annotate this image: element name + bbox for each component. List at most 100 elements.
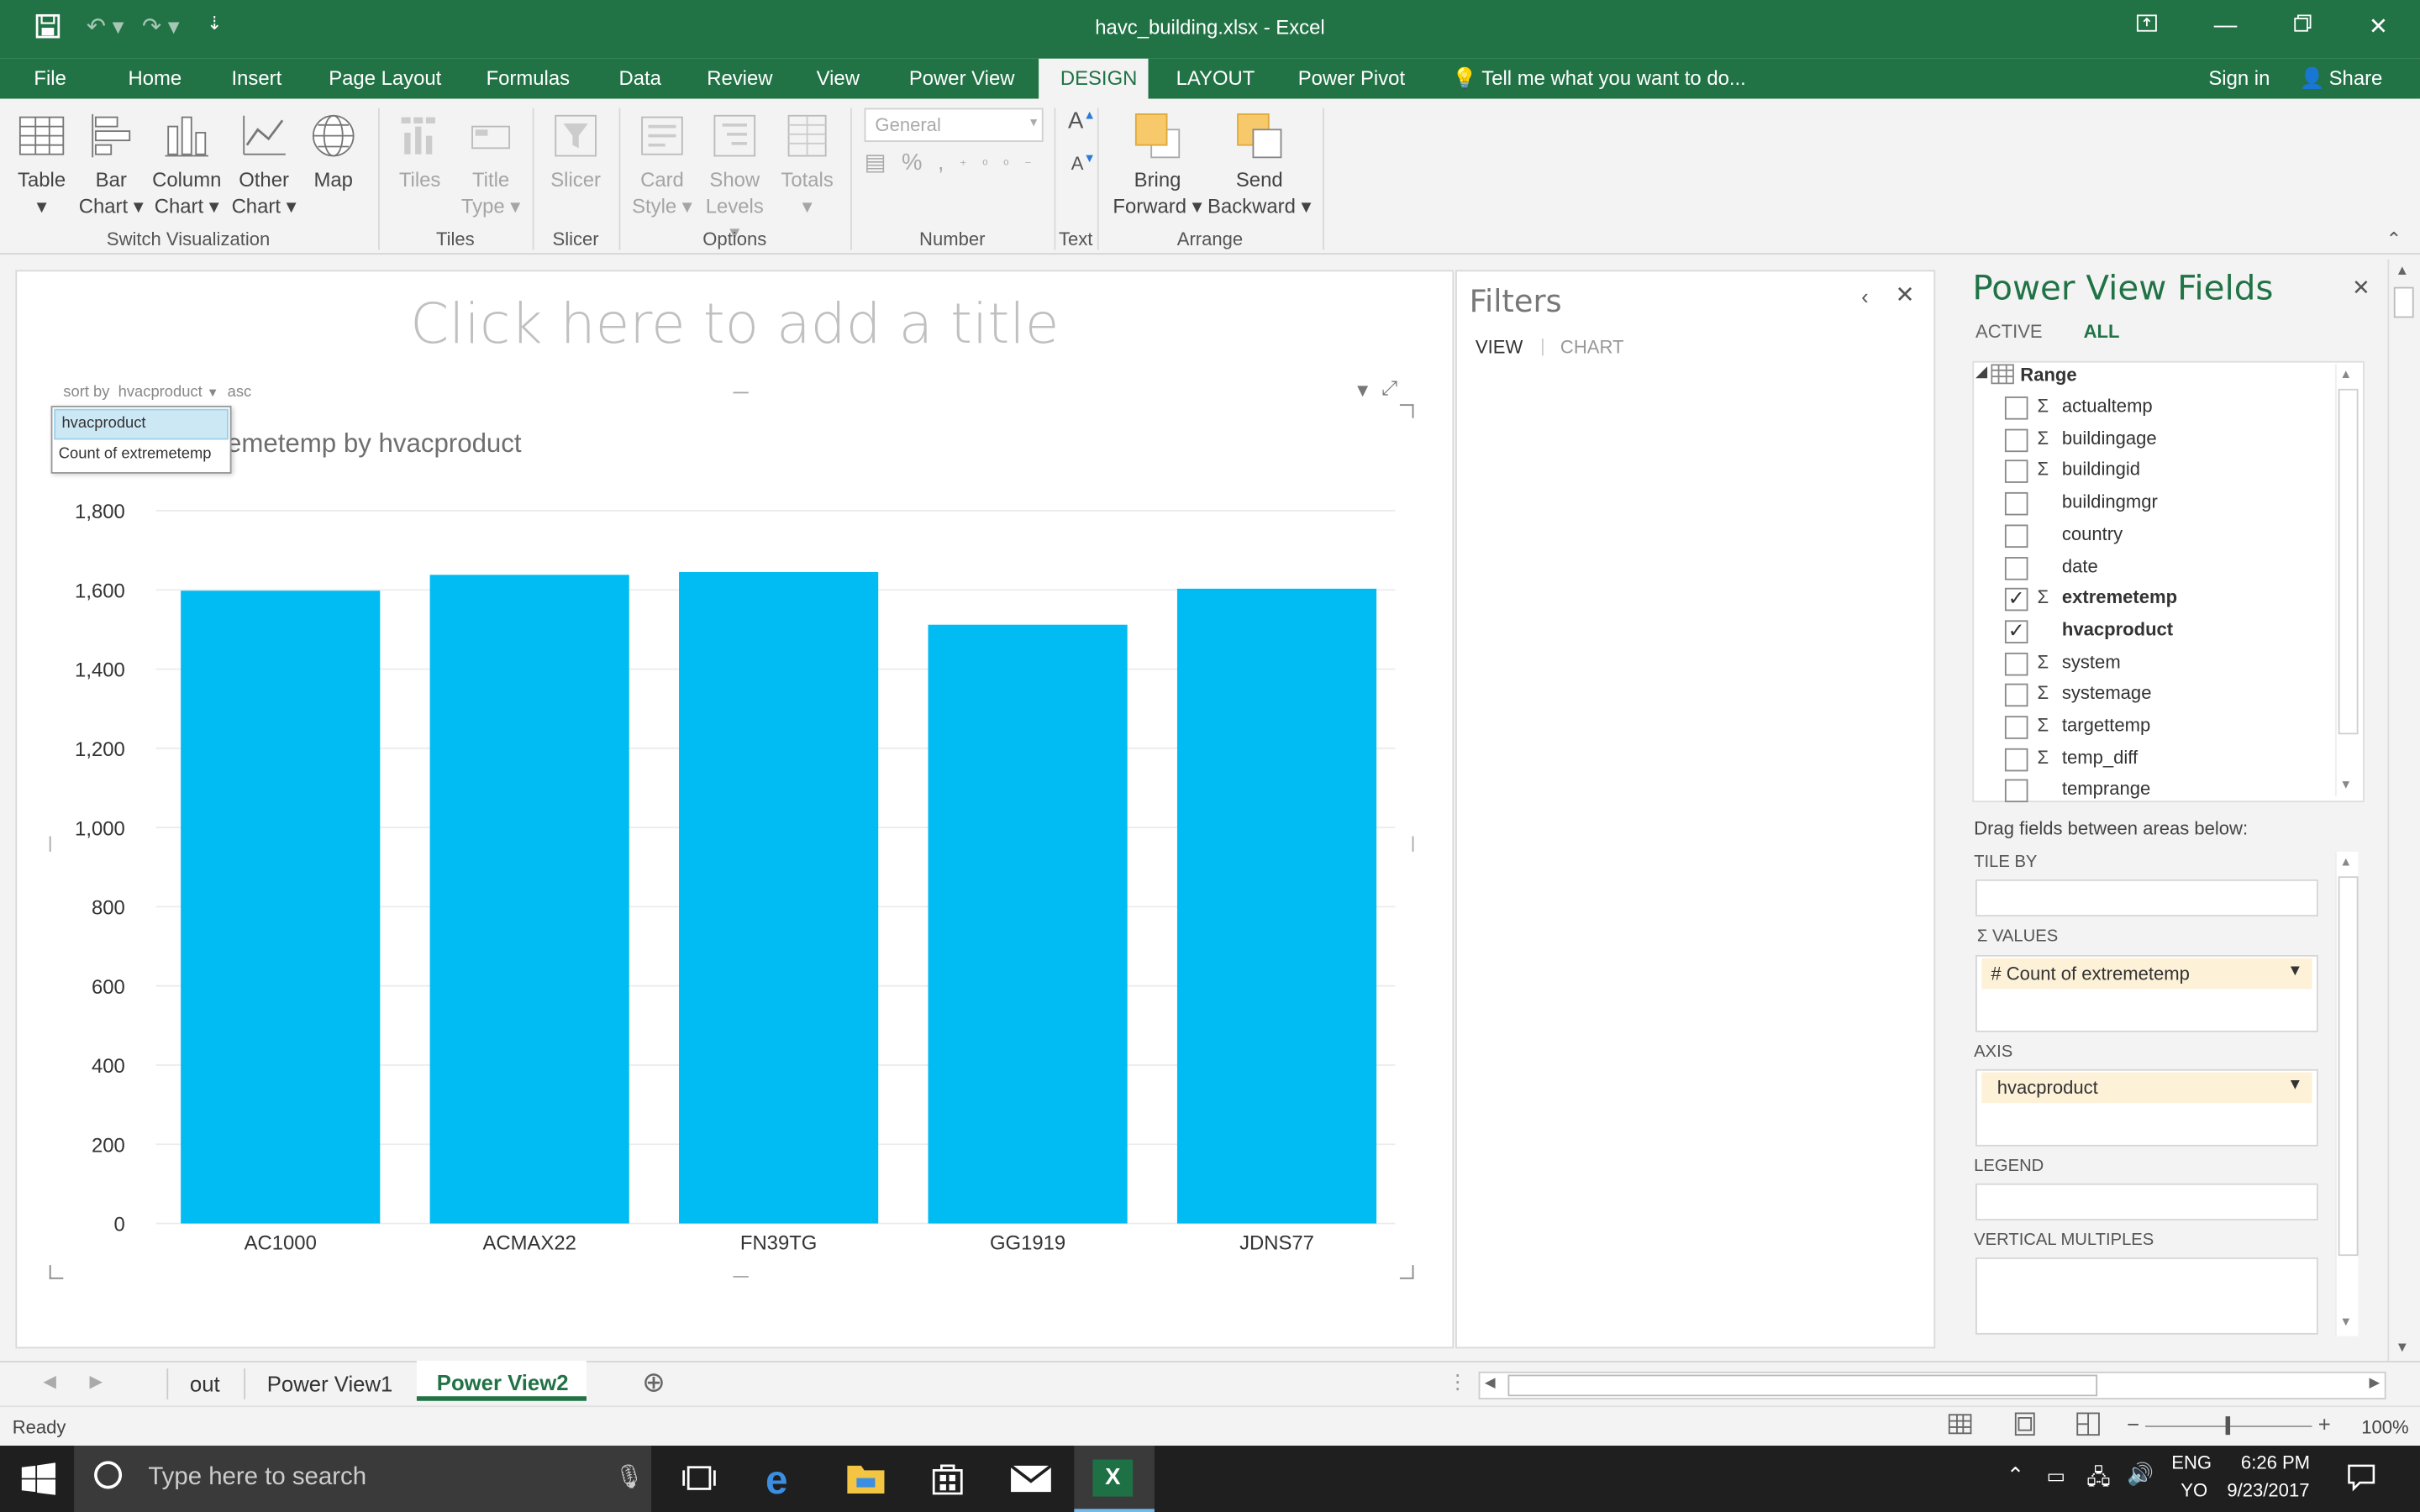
collapse-ribbon-icon[interactable]: ⌃ <box>2386 228 2402 250</box>
tab-file[interactable]: File <box>34 66 66 90</box>
tile-by-dropzone[interactable] <box>1975 879 2318 917</box>
bar[interactable] <box>429 575 629 1224</box>
field-name[interactable]: temprange <box>2062 778 2150 806</box>
vertical-scrollbar[interactable]: ▲ ▼ <box>2387 259 2417 1361</box>
show-levels-button[interactable]: Show Levels ▾ <box>699 111 770 245</box>
totals-button[interactable]: Totals ▾ <box>775 111 839 219</box>
horizontal-scrollbar[interactable]: ◀ ▶ <box>1478 1371 2386 1399</box>
collapse-triangle-icon[interactable]: ◢ <box>1975 364 1987 381</box>
field-checkbox[interactable] <box>2004 748 2028 771</box>
fields-all-tab[interactable]: ALL <box>2084 321 2120 343</box>
field-name[interactable]: hvacproduct <box>2062 618 2173 646</box>
tab-page-layout[interactable]: Page Layout <box>329 66 441 90</box>
tab-power-pivot[interactable]: Power Pivot <box>1298 66 1405 90</box>
slicer-button[interactable]: Slicer <box>544 111 608 192</box>
resize-handle[interactable] <box>733 1275 749 1278</box>
table-button[interactable]: Table ▾ <box>9 111 74 219</box>
resize-handle[interactable] <box>49 836 51 852</box>
taskbar-search-box[interactable]: Type here to search 🎙 <box>74 1446 652 1512</box>
minimize-icon[interactable]: — <box>2202 13 2249 39</box>
notifications-icon[interactable] <box>2346 1461 2377 1499</box>
field-checkbox[interactable] <box>2004 684 2028 707</box>
scroll-thumb[interactable] <box>2338 388 2359 735</box>
sheet-tab-out[interactable]: out <box>190 1372 220 1396</box>
percent-icon[interactable]: % <box>902 150 938 176</box>
increase-decimal-icon[interactable]: ⁺⁰ <box>960 157 1003 172</box>
add-sheet-icon[interactable]: ⊕ <box>642 1367 666 1399</box>
restore-icon[interactable] <box>2280 13 2326 39</box>
field-name[interactable]: buildingid <box>2062 459 2140 486</box>
mail-icon[interactable] <box>1009 1461 1052 1504</box>
chevron-down-icon[interactable]: ▼ <box>2287 963 2302 979</box>
field-checkbox[interactable] <box>2004 716 2028 739</box>
field-checkbox[interactable] <box>2004 652 2028 675</box>
field-checkbox[interactable] <box>2004 460 2028 484</box>
other-chart-button[interactable]: Other Chart ▾ <box>229 111 299 219</box>
chevron-up-icon[interactable]: ⌃ <box>2007 1462 2025 1488</box>
decrease-font-size-icon[interactable]: A▼ <box>1071 151 1096 175</box>
corner-handle[interactable] <box>1399 404 1414 418</box>
normal-view-icon[interactable] <box>1948 1412 1972 1441</box>
field-checkbox[interactable] <box>2004 396 2028 420</box>
scroll-thumb[interactable] <box>1507 1374 2098 1397</box>
filters-view-tab[interactable]: VIEW <box>1476 336 1523 358</box>
file-explorer-icon[interactable] <box>846 1460 889 1503</box>
card-style-button[interactable]: Card Style ▾ <box>629 111 697 219</box>
field-name[interactable]: country <box>2062 522 2123 550</box>
microphone-icon[interactable]: 🎙 <box>614 1462 644 1490</box>
page-layout-view-icon[interactable] <box>2012 1412 2037 1441</box>
sign-in-link[interactable]: Sign in <box>2208 66 2270 90</box>
tell-me-search[interactable]: Tell me what you want to do... <box>1481 66 1746 90</box>
excel-taskbar-button[interactable]: X <box>1074 1446 1155 1512</box>
field-checkbox[interactable]: ✓ <box>2004 620 2028 643</box>
prev-sheet-icon[interactable]: ◀ <box>43 1372 56 1392</box>
tab-insert[interactable]: Insert <box>232 66 282 90</box>
legend-dropzone[interactable] <box>1975 1183 2318 1221</box>
page-break-view-icon[interactable] <box>2075 1412 2100 1441</box>
store-icon[interactable] <box>929 1460 972 1503</box>
bring-forward-button[interactable]: Bring Forward ▾ <box>1111 111 1203 219</box>
tab-power-view[interactable]: Power View <box>909 66 1015 90</box>
field-name[interactable]: system <box>2062 650 2121 678</box>
zoom-level[interactable]: 100% <box>2361 1416 2408 1438</box>
scroll-thumb[interactable] <box>2338 876 2359 1257</box>
tile-type-button[interactable]: Title Type ▾ <box>457 111 525 219</box>
field-name[interactable]: extremetemp <box>2062 586 2177 614</box>
column-chart-button[interactable]: Column Chart ▾ <box>148 111 225 219</box>
send-backward-button[interactable]: Send Backward ▾ <box>1207 111 1312 219</box>
filters-chart-tab[interactable]: CHART <box>1560 336 1624 358</box>
resize-handle[interactable] <box>1412 836 1414 852</box>
bar[interactable] <box>1176 588 1377 1224</box>
tab-formulas[interactable]: Formulas <box>487 66 571 90</box>
field-name[interactable]: date <box>2062 554 2098 582</box>
collapse-filters-icon[interactable]: ‹ <box>1861 284 1869 308</box>
field-name[interactable]: targettemp <box>2062 714 2150 742</box>
field-name[interactable]: buildingmgr <box>2062 491 2158 518</box>
tiles-button[interactable]: Tiles <box>389 111 450 192</box>
sheet-tab-power-view2[interactable]: Power View2 <box>416 1360 587 1401</box>
network-icon[interactable]: 🖧 <box>2086 1461 2111 1498</box>
battery-icon[interactable]: ▭ <box>2047 1464 2066 1488</box>
axis-field-pill[interactable]: hvacproduct ▼ <box>1981 1072 2312 1104</box>
scroll-thumb[interactable] <box>2393 286 2414 318</box>
volume-icon[interactable]: 🔊 <box>2127 1461 2154 1487</box>
fields-active-tab[interactable]: ACTIVE <box>1975 321 2043 343</box>
zoom-slider-thumb[interactable] <box>2225 1416 2231 1436</box>
increase-font-size-icon[interactable]: A▲ <box>1068 108 1096 134</box>
close-icon[interactable]: ✕ <box>2355 13 2402 40</box>
comma-icon[interactable]: , <box>938 150 960 176</box>
tab-data[interactable]: Data <box>619 66 661 90</box>
close-fields-icon[interactable]: ✕ <box>2352 275 2370 301</box>
zoom-in-icon[interactable]: + <box>2318 1412 2331 1436</box>
bar[interactable] <box>181 591 381 1224</box>
next-sheet-icon[interactable]: ▶ <box>90 1372 103 1392</box>
field-list-scrollbar[interactable]: ▲ ▼ <box>2334 364 2359 796</box>
field-name[interactable]: temp_diff <box>2062 746 2138 774</box>
field-checkbox[interactable] <box>2004 556 2028 580</box>
currency-icon[interactable]: ▤ <box>865 150 902 176</box>
field-name[interactable]: systemage <box>2062 682 2152 710</box>
corner-handle[interactable] <box>1399 1265 1414 1279</box>
field-checkbox[interactable]: ✓ <box>2004 588 2028 612</box>
keyboard-layout-indicator[interactable]: YO <box>2181 1479 2207 1501</box>
field-name[interactable]: buildingage <box>2062 427 2157 454</box>
